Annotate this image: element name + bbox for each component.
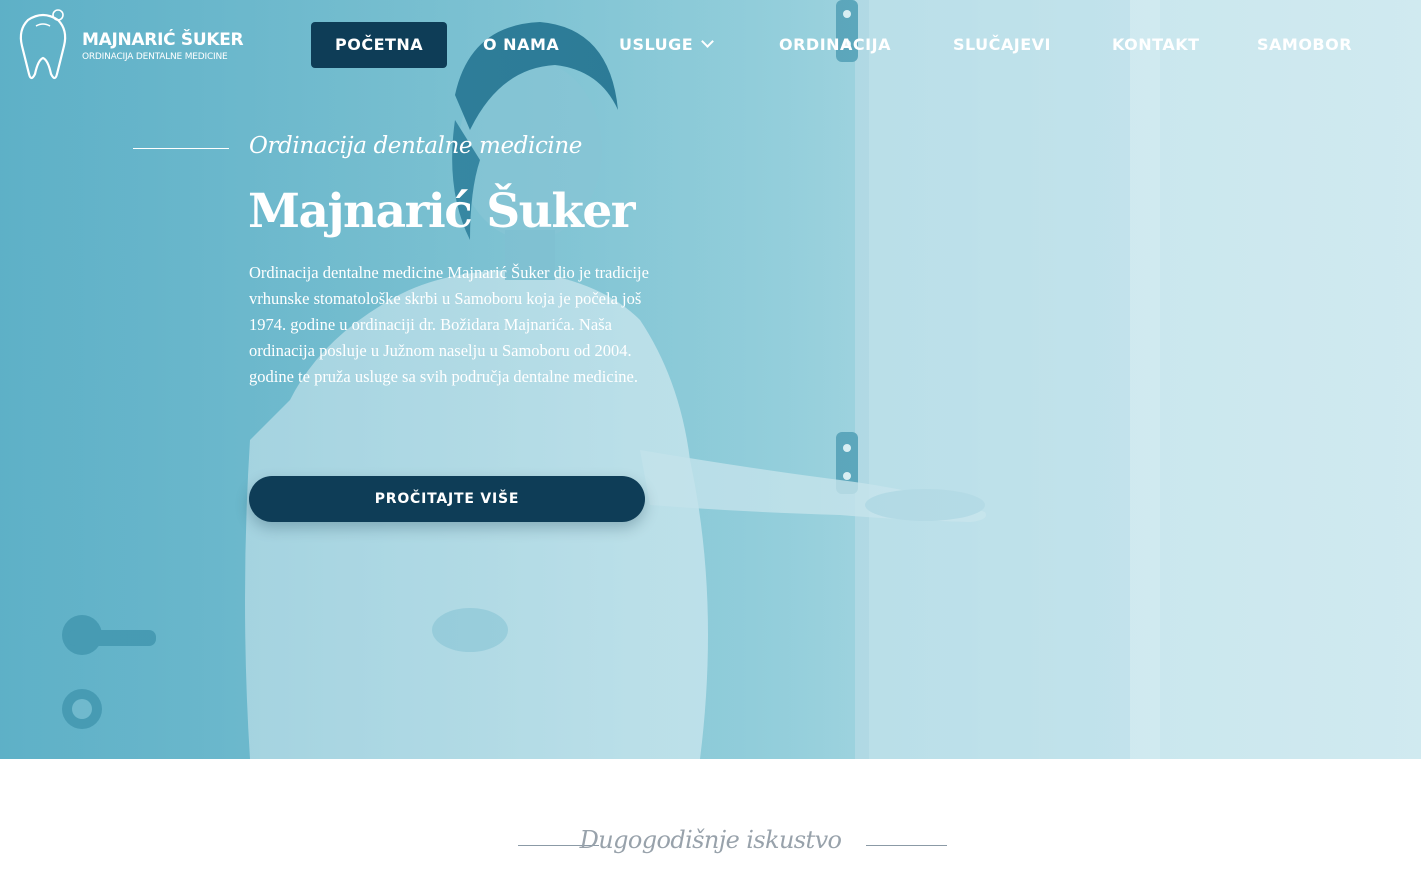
tooth-icon [19,9,67,80]
read-more-button[interactable]: PROČITAJTE VIŠE [249,476,645,522]
nav-item-pocetna[interactable]: POČETNA [311,22,448,68]
hero-description: Ordinacija dentalne medicine Majnarić Šu… [249,263,649,386]
nav-item-ordinacija[interactable]: ORDINACIJA [779,22,891,68]
hero-title: Majnarić Šuker [248,184,636,239]
chevron-down-icon [701,35,715,48]
nav-item-usluge[interactable]: USLUGE [619,22,715,68]
section-heading: Dugogodišnje iskustvo [0,826,1421,854]
nav-item-samobor[interactable]: SAMOBOR [1257,22,1352,68]
nav-item-kontakt[interactable]: KONTAKT [1112,22,1200,68]
brand-name: MAJNARIĆ ŠUKER [82,29,244,50]
nav-item-usluge-label: USLUGE [619,35,694,54]
hero-kicker: Ordinacija dentalne medicine [249,133,583,159]
hero-overlay [0,0,1421,759]
brand-logo[interactable]: MAJNARIĆ ŠUKER ORDINACIJA DENTALNE MEDIC… [14,7,244,85]
nav-item-o-nama[interactable]: O NAMA [483,22,559,68]
brand-subtitle: ORDINACIJA DENTALNE MEDICINE [82,51,228,62]
hero-section [0,0,1421,759]
brand-text: MAJNARIĆ ŠUKER ORDINACIJA DENTALNE MEDIC… [82,29,244,63]
kicker-divider [133,148,229,149]
section-title: Dugogodišnje iskustvo [579,826,842,854]
nav-item-slucajevi[interactable]: SLUČAJEVI [953,22,1051,68]
